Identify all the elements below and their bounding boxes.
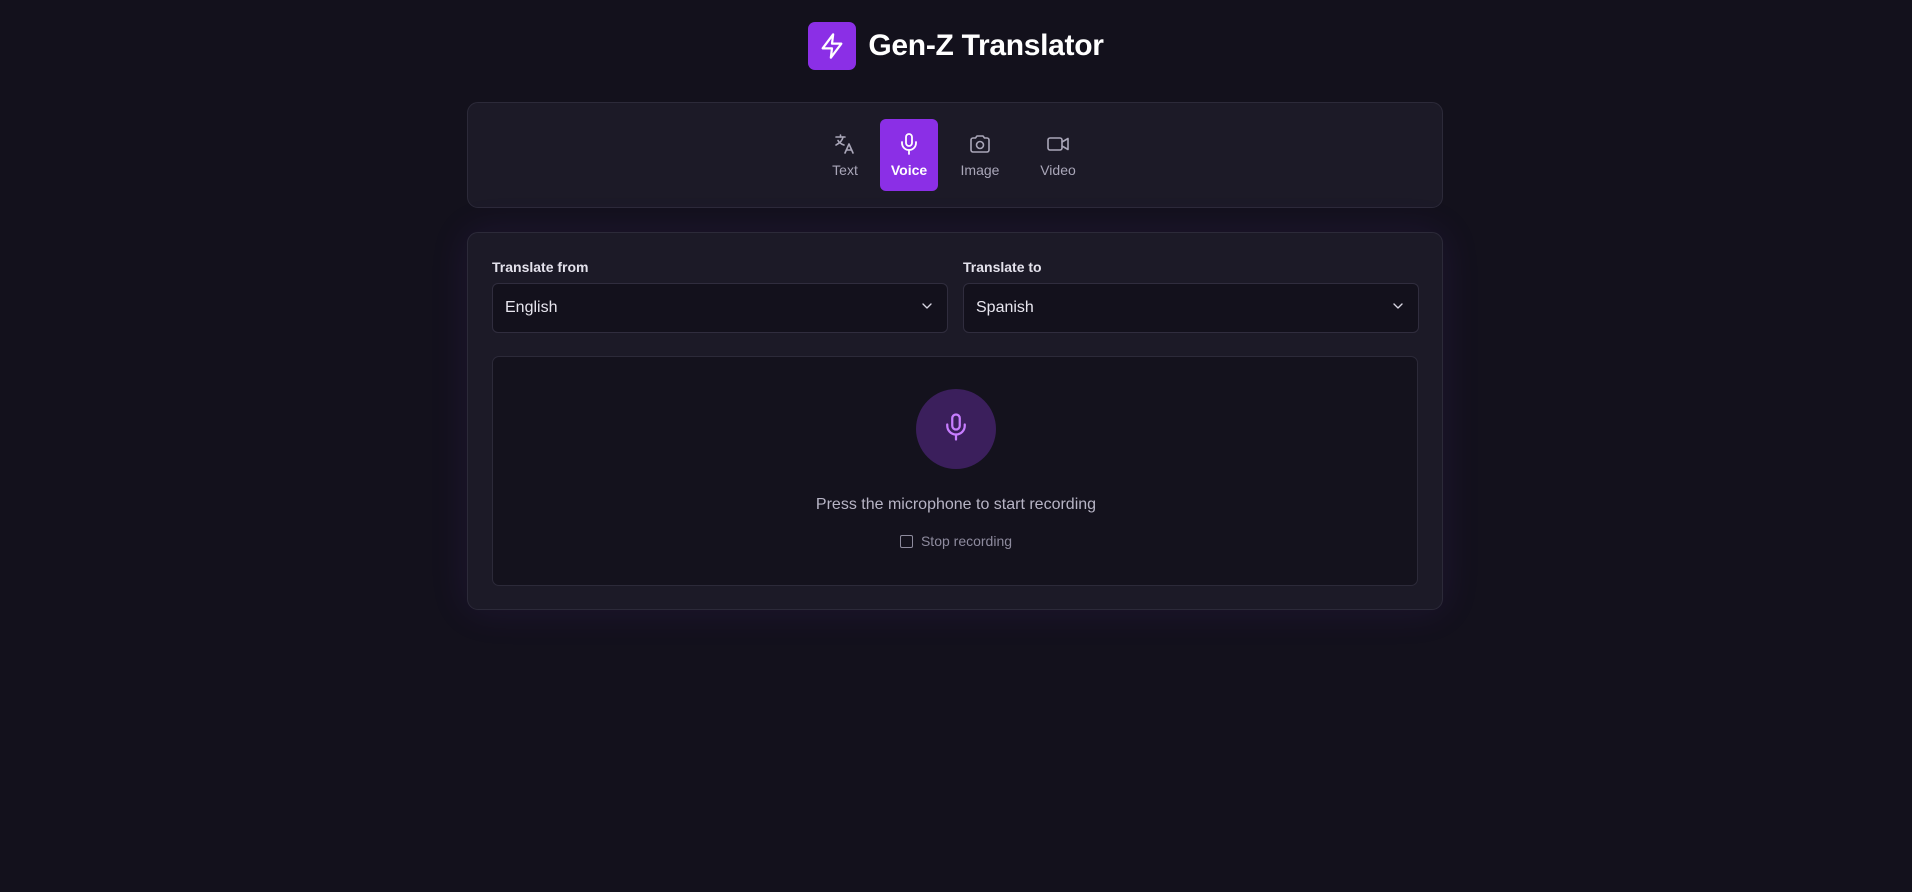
translate-from-value: English — [505, 299, 558, 316]
tab-image[interactable]: Image — [944, 119, 1016, 191]
translate-from-label: Translate from — [492, 259, 589, 275]
app-header: Gen-Z Translator — [0, 22, 1912, 70]
translate-from-select[interactable]: English — [492, 283, 948, 333]
tab-label: Voice — [890, 162, 928, 178]
stop-recording-label[interactable]: Stop recording — [921, 533, 1012, 549]
camera-icon — [968, 132, 992, 156]
chevron-down-icon — [1390, 298, 1406, 319]
lightning-bolt-icon — [808, 22, 857, 70]
tab-video[interactable]: Video — [1022, 119, 1094, 191]
record-hint: Press the microphone to start recording — [815, 496, 1097, 513]
microphone-icon — [897, 132, 921, 156]
translate-to-value: Spanish — [976, 299, 1034, 316]
tab-voice[interactable]: Voice — [880, 119, 938, 191]
voice-recorder-panel: Press the microphone to start recording … — [492, 356, 1418, 586]
stop-recording-checkbox[interactable] — [899, 534, 913, 548]
translate-to-select[interactable]: Spanish — [963, 283, 1419, 333]
stop-recording-option: Stop recording — [493, 533, 1419, 549]
mode-tabs: Text Voice Image Video — [467, 102, 1443, 208]
microphone-icon — [941, 412, 971, 447]
tab-label: Image — [960, 162, 1000, 178]
translate-to-label: Translate to — [963, 259, 1042, 275]
video-camera-icon — [1046, 132, 1070, 156]
tab-label: Video — [1040, 162, 1076, 178]
tab-text[interactable]: Text — [816, 119, 874, 191]
record-button[interactable] — [916, 389, 996, 469]
tab-label: Text — [832, 162, 858, 178]
translator-card: Translate from English Translate to Span… — [467, 232, 1443, 610]
chevron-down-icon — [919, 298, 935, 319]
translate-icon — [833, 132, 857, 156]
app-title: Gen-Z Translator — [868, 29, 1104, 62]
